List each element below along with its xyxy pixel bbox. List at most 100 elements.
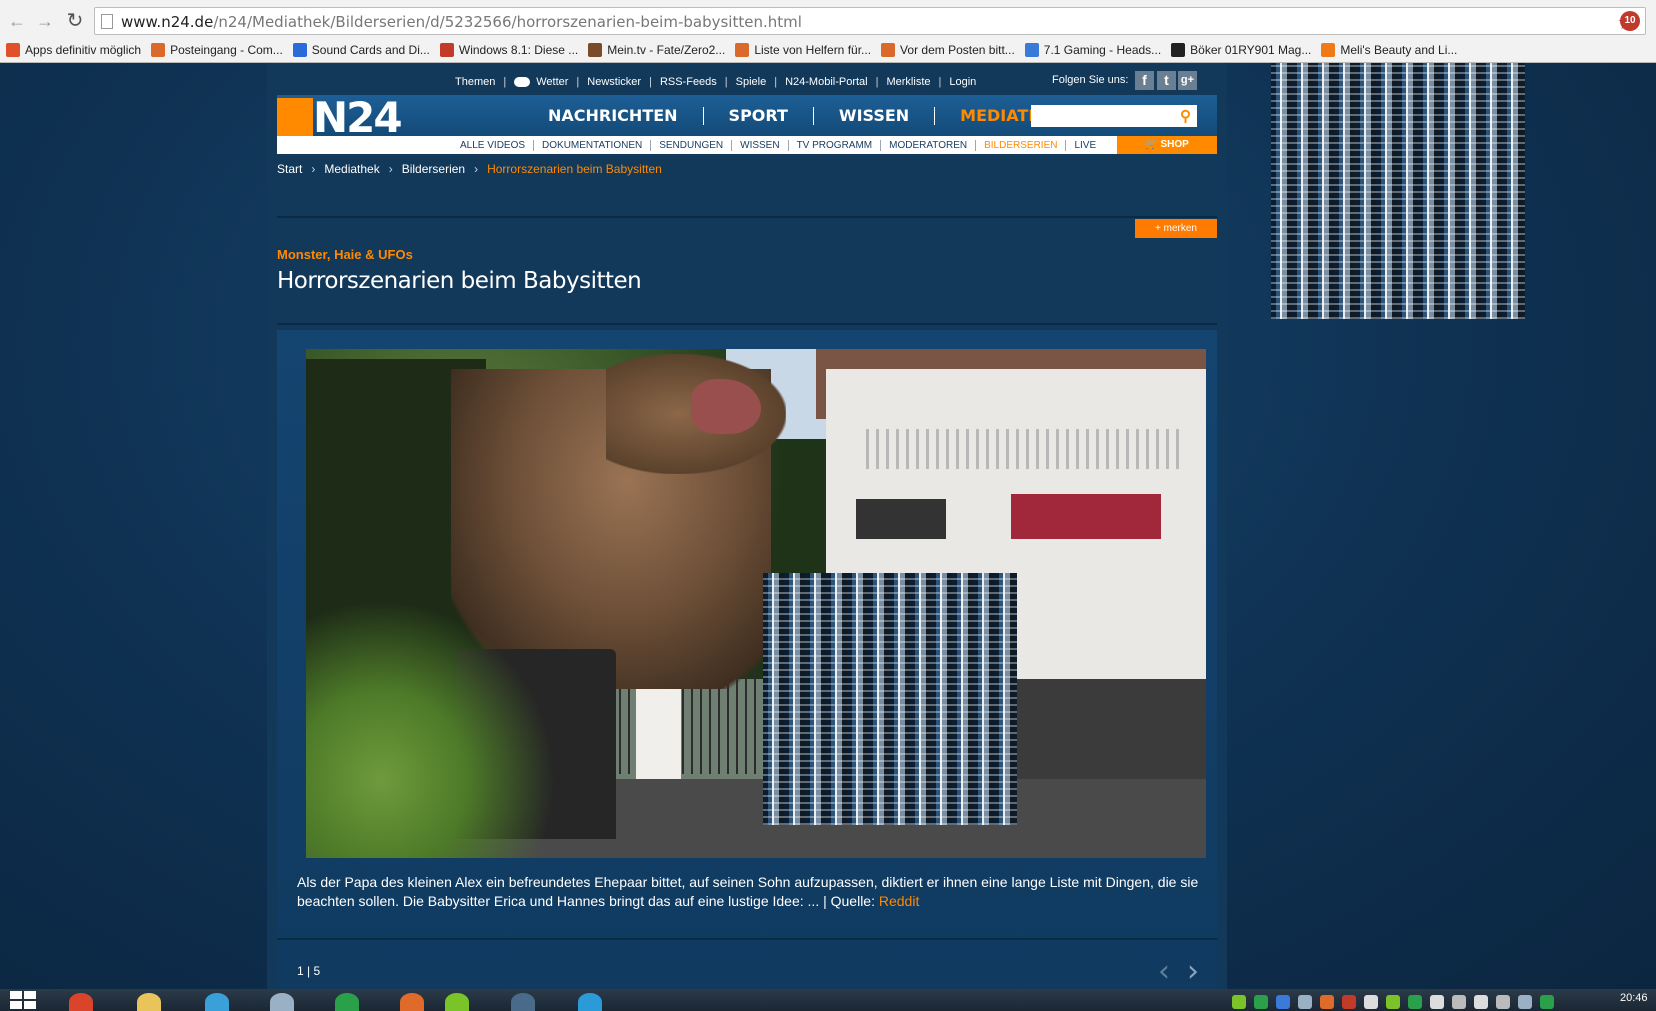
twitter-icon[interactable]: t	[1157, 71, 1176, 90]
extension-badge-icon[interactable]: 10	[1620, 11, 1640, 31]
article-kicker[interactable]: Monster, Haie & UFOs	[277, 247, 413, 262]
taskbar-store-icon[interactable]	[318, 990, 376, 1011]
facebook-icon[interactable]: f	[1135, 71, 1154, 90]
shop-button[interactable]: 🛒 SHOP	[1117, 136, 1217, 154]
back-arrow-icon[interactable]: ←	[6, 10, 28, 32]
main-nav-wissen[interactable]: WISSEN	[814, 106, 936, 125]
page-title: Horrorszenarien beim Babysitten	[277, 268, 642, 294]
sub-nav-moderatoren[interactable]: MODERATOREN	[881, 139, 977, 151]
next-arrow-icon[interactable]: ›	[1187, 954, 1199, 989]
bookmark-label: Sound Cards and Di...	[311, 43, 430, 57]
bookmark-item[interactable]: Liste von Helfern für...	[735, 43, 871, 57]
n24-logo[interactable]: N24	[313, 93, 403, 142]
source-link[interactable]: Reddit	[879, 893, 919, 909]
main-nav-sport[interactable]: SPORT	[704, 106, 814, 125]
tray-app-icon[interactable]	[1430, 995, 1444, 1009]
tray-app-icon[interactable]	[1254, 995, 1268, 1009]
bookmarks-bar: Apps definitiv möglich Posteingang - Com.…	[0, 38, 1656, 62]
sub-nav-sendungen[interactable]: SENDUNGEN	[651, 139, 733, 151]
topbar-link-wetter[interactable]: Wetter	[536, 76, 568, 88]
taskbar-explorer-icon[interactable]	[120, 990, 178, 1011]
bookmark-label: Mein.tv - Fate/Zero2...	[607, 43, 726, 57]
bookmark-item[interactable]: Vor dem Posten bitt...	[881, 43, 1015, 57]
taskbar-steam-icon[interactable]	[494, 990, 552, 1011]
bookmark-label: 7.1 Gaming - Heads...	[1043, 43, 1162, 57]
sub-nav-alle-videos[interactable]: ALLE VIDEOS	[452, 139, 535, 151]
divider	[277, 938, 1217, 940]
tray-app-icon[interactable]	[1320, 995, 1334, 1009]
bookmark-item[interactable]: Windows 8.1: Diese ...	[439, 43, 579, 57]
topbar-link-themen[interactable]: Themen	[455, 76, 495, 88]
topbar-link-login[interactable]: Login	[949, 76, 976, 88]
taskbar-skype-icon[interactable]	[561, 990, 619, 1011]
gallery-pager: 1 | 5	[297, 964, 321, 978]
tray-app-icon[interactable]	[1452, 995, 1466, 1009]
tray-app-icon[interactable]	[1386, 995, 1400, 1009]
tray-app-icon[interactable]	[1496, 995, 1510, 1009]
sub-nav-wissen[interactable]: WISSEN	[732, 139, 789, 151]
bookmark-favicon-icon	[6, 43, 20, 57]
google-plus-icon[interactable]: g+	[1178, 71, 1197, 90]
tray-app-icon[interactable]	[1474, 995, 1488, 1009]
breadcrumb-link[interactable]: Mediathek	[324, 162, 379, 176]
bookmark-label: Vor dem Posten bitt...	[900, 43, 1015, 57]
previous-arrow-icon[interactable]: ‹	[1158, 954, 1170, 989]
tray-app-icon[interactable]	[1298, 995, 1312, 1009]
windows-start-icon[interactable]	[10, 991, 38, 1009]
forward-arrow-icon[interactable]: →	[34, 10, 56, 32]
taskbar-network-icon[interactable]	[188, 990, 246, 1011]
reload-icon[interactable]: ↻	[64, 10, 86, 32]
page-icon	[101, 14, 113, 29]
bookmark-favicon-icon	[588, 43, 603, 57]
tray-app-icon[interactable]	[1276, 995, 1290, 1009]
bookmark-item[interactable]: Böker 01RY901 Mag...	[1171, 43, 1311, 57]
tray-app-icon[interactable]	[1342, 995, 1356, 1009]
breadcrumb-link[interactable]: Bilderserien	[402, 162, 465, 176]
search-icon[interactable]: ⚲	[1180, 107, 1191, 125]
sub-navigation: ALLE VIDEOS DOKUMENTATIONEN SENDUNGEN WISSE…	[277, 136, 1217, 154]
taskbar-monitor-icon[interactable]	[253, 990, 311, 1011]
tray-app-icon[interactable]	[1232, 995, 1246, 1009]
tray-app-icon[interactable]	[1408, 995, 1422, 1009]
breadcrumb-link[interactable]: Start	[277, 162, 302, 176]
sub-nav-live[interactable]: LIVE	[1066, 140, 1104, 151]
main-nav-nachrichten[interactable]: NACHRICHTEN	[523, 106, 704, 125]
tray-app-icon[interactable]	[1364, 995, 1378, 1009]
topbar-link-rss-feeds[interactable]: RSS-Feeds	[660, 76, 717, 88]
advertisement-banner[interactable]	[1271, 63, 1525, 319]
bookmark-item[interactable]: 7.1 Gaming - Heads...	[1024, 43, 1162, 57]
topbar-link-merkliste[interactable]: Merkliste	[886, 76, 930, 88]
sub-nav-bilderserien[interactable]: BILDERSERIEN	[976, 139, 1067, 151]
follow-label: Folgen Sie uns:	[1052, 74, 1129, 86]
tray-app-icon[interactable]	[1540, 995, 1554, 1009]
breadcrumb-chevron-icon: ›	[474, 162, 479, 176]
logo-mark[interactable]	[277, 98, 313, 136]
gallery-photo[interactable]	[306, 349, 1206, 858]
separator: |	[649, 76, 652, 88]
bookmark-item[interactable]: Posteingang - Com...	[151, 43, 283, 57]
merken-button[interactable]: + merken	[1135, 219, 1217, 238]
sub-nav-tv-programm[interactable]: TV PROGRAMM	[789, 139, 882, 151]
bookmark-item[interactable]: Sound Cards and Di...	[292, 43, 430, 57]
url-text[interactable]: www.n24.de/n24/Mediathek/Bilderserien/d/…	[121, 13, 802, 31]
taskbar-spotify-icon[interactable]	[428, 990, 486, 1011]
sub-nav-dokumentationen[interactable]: DOKUMENTATIONEN	[534, 139, 652, 151]
separator: |	[503, 76, 507, 88]
bookmark-label: Meli's Beauty and Li...	[1340, 43, 1458, 57]
topbar-link-newsticker[interactable]: Newsticker	[587, 76, 641, 88]
address-bar[interactable]: www.n24.de/n24/Mediathek/Bilderserien/d/…	[94, 7, 1646, 35]
bookmark-item[interactable]: Mein.tv - Fate/Zero2...	[588, 43, 725, 57]
bookmark-item[interactable]: Apps definitiv möglich	[6, 43, 141, 57]
service-navigation: Themen | Wetter | Newsticker | RSS-Feeds | Spiel…	[455, 74, 976, 90]
topbar-link-spiele[interactable]: Spiele	[736, 76, 767, 88]
tray-app-icon[interactable]	[1518, 995, 1532, 1009]
separator: |	[875, 76, 879, 88]
breadcrumb-current: Horrorszenarien beim Babysitten	[487, 162, 662, 176]
bookmark-item[interactable]: Meli's Beauty and Li...	[1321, 43, 1457, 57]
taskbar-chrome-icon[interactable]	[52, 990, 110, 1011]
bookmark-label: Windows 8.1: Diese ...	[458, 43, 579, 57]
topbar-link-n24-mobil-portal[interactable]: N24-Mobil-Portal	[785, 76, 868, 88]
search-input[interactable]: ⚲	[1031, 105, 1197, 127]
clock: 20:46	[1620, 992, 1648, 1004]
bookmark-label: Posteingang - Com...	[170, 43, 283, 57]
